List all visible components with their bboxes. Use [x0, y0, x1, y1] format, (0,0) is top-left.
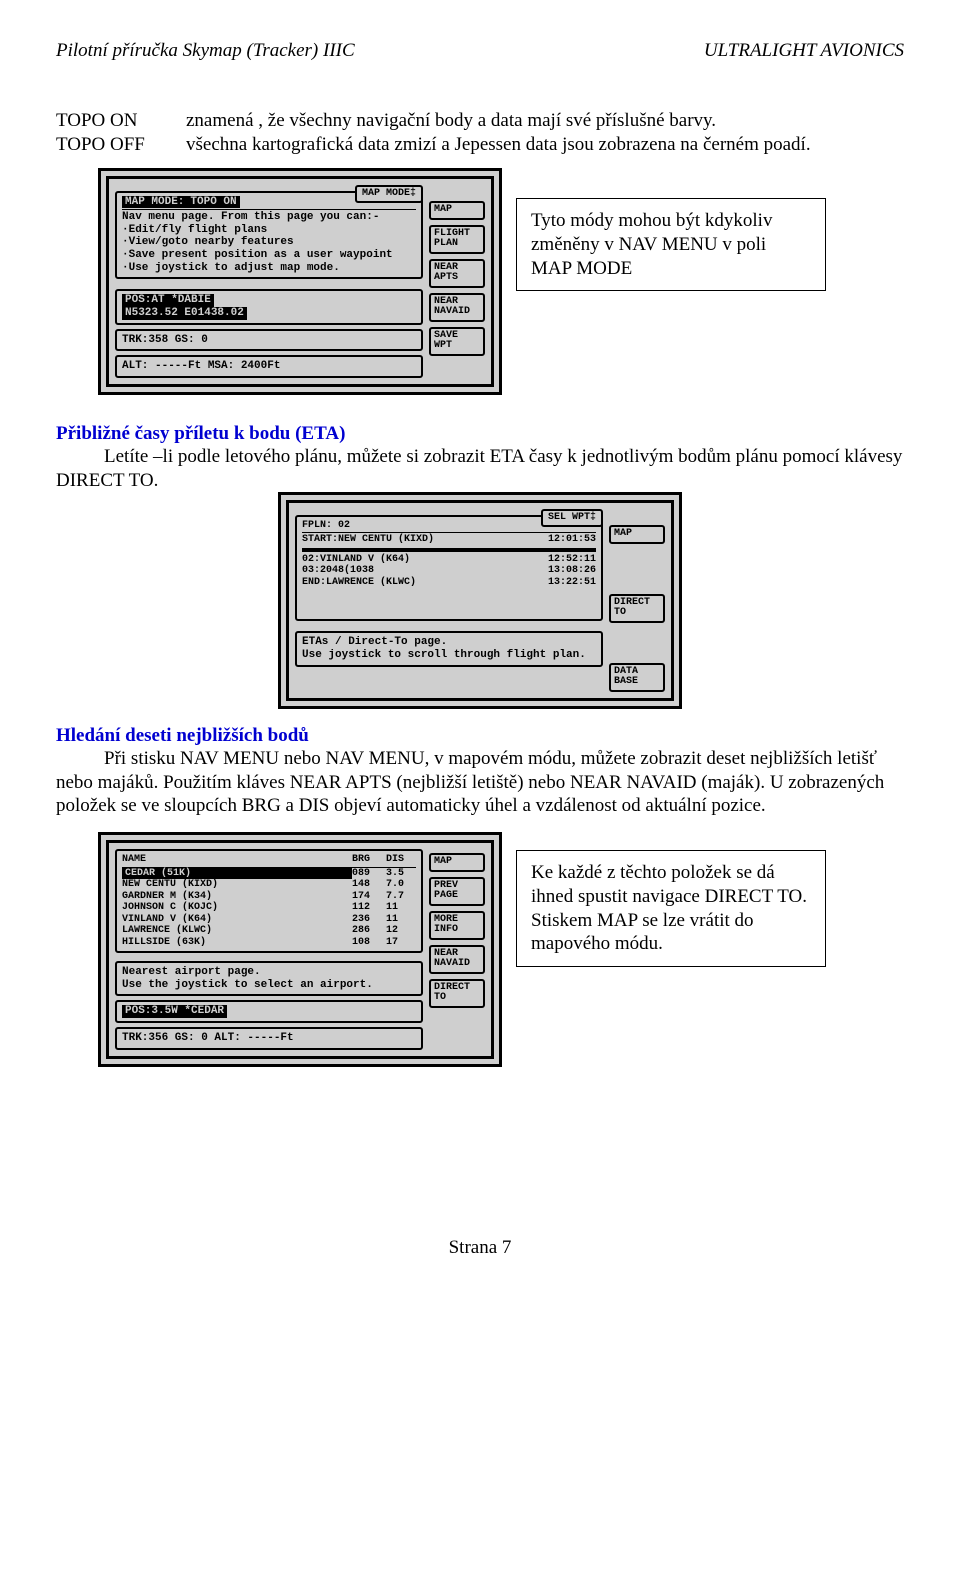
col-name: NAME: [122, 854, 352, 866]
eta-row: 03:2048(1038: [302, 565, 548, 577]
btn-direct-to[interactable]: DIRECT TO: [429, 979, 485, 1008]
header-right: ULTRALIGHT AVIONICS: [704, 40, 904, 62]
nearest-row[interactable]: HILLSIDE (63K)10817: [122, 937, 416, 949]
topo-off-text: všechna kartografická data zmizí a Jepes…: [186, 134, 904, 156]
col-dis: DIS: [386, 854, 416, 866]
nearest-row[interactable]: CEDAR (51K)0893.5: [122, 868, 416, 880]
heading-eta: Přibližné časy příletu k bodu (ETA): [56, 423, 904, 445]
nearest-row[interactable]: NEW CENTU (KIXD)1487.0: [122, 879, 416, 891]
top-chip: MAP MODE‡: [355, 185, 423, 203]
screen-nav-menu: MAP MODE‡ MAP MODE:TOPO ON Nav menu page…: [106, 176, 494, 387]
btn-direct-to[interactable]: DIRECT TO: [609, 594, 665, 623]
eta-row: START:NEW CENTU (KIXD): [302, 534, 548, 546]
nearest-text: Při stisku NAV MENU nebo NAV MENU, v map…: [56, 748, 884, 817]
fpln-label: FPLN: 02: [302, 520, 578, 532]
topo-on-label: TOPO ON: [56, 110, 186, 132]
hint1: ETAs / Direct-To page.: [302, 636, 596, 649]
btn-map[interactable]: MAP: [429, 201, 485, 220]
header-left: Pilotní příručka Skymap (Tracker) IIIC: [56, 40, 355, 62]
nav-b4: ·Use joystick to adjust map mode.: [122, 262, 416, 275]
btn-more-info[interactable]: MORE INFO: [429, 911, 485, 940]
hint2: Use the joystick to select an airport.: [122, 979, 416, 992]
btn-prev-page[interactable]: PREV PAGE: [429, 877, 485, 906]
screen-eta: SEL WPT‡ FPLN: 02ETA START:NEW CENTU (KI…: [286, 500, 674, 701]
nearest-row[interactable]: GARDNER M (K34)1747.7: [122, 891, 416, 903]
hint1: Nearest airport page.: [122, 966, 416, 979]
top-chip: SEL WPT‡: [541, 509, 603, 527]
btn-map[interactable]: MAP: [429, 853, 485, 872]
eta-text: Letíte –li podle letového plánu, můžete …: [56, 446, 902, 491]
btn-near-apts[interactable]: NEAR APTS: [429, 259, 485, 288]
trk: TRK:358 GS: 0: [122, 334, 208, 346]
nav-intro: Nav menu page. From this page you can:-: [122, 211, 416, 224]
nearest-row[interactable]: VINLAND V (K64)23611: [122, 914, 416, 926]
btn-near-navaid[interactable]: NEAR NAVAID: [429, 945, 485, 974]
nearest-row[interactable]: LAWRENCE (KLWC)28612: [122, 925, 416, 937]
topo-off-label: TOPO OFF: [56, 134, 186, 156]
heading-nearest: Hledání deseti nejbližších bodů: [56, 725, 904, 747]
mode-value: TOPO ON: [187, 196, 239, 209]
nav-b1: ·Edit/fly flight plans: [122, 224, 416, 237]
callout-modes: Tyto módy mohou být kdykoliv změněny v N…: [516, 198, 826, 291]
pos-label: POS:AT *DABIE: [122, 294, 416, 307]
eta-row: 02:VINLAND V (K64): [302, 554, 548, 566]
callout-direct-to: Ke každé z těchto položek se dá ihned sp…: [516, 850, 826, 967]
btn-near-navaid[interactable]: NEAR NAVAID: [429, 293, 485, 322]
nav-b2: ·View/goto nearby features: [122, 236, 416, 249]
col-brg: BRG: [352, 854, 386, 866]
trk: TRK:356 GS: 0 ALT: -----Ft: [122, 1032, 294, 1044]
btn-database[interactable]: DATA BASE: [609, 663, 665, 692]
alt: ALT: -----Ft MSA: 2400Ft: [122, 360, 280, 372]
btn-save-wpt[interactable]: SAVE WPT: [429, 327, 485, 356]
mode-label: MAP MODE:: [122, 196, 187, 209]
page-number: Strana 7: [56, 1237, 904, 1259]
topo-on-text: znamená , že všechny navigační body a da…: [186, 110, 904, 132]
screen-nearest: NAME BRG DIS CEDAR (51K)0893.5NEW CENTU …: [106, 840, 494, 1059]
btn-map[interactable]: MAP: [609, 525, 665, 544]
btn-flight-plan[interactable]: FLIGHT PLAN: [429, 225, 485, 254]
hint2: Use joystick to scroll through flight pl…: [302, 649, 596, 662]
pos: POS:3.5W *CEDAR: [122, 1005, 227, 1018]
nearest-row[interactable]: JOHNSON C (KOJC)11211: [122, 902, 416, 914]
eta-row: END:LAWRENCE (KLWC): [302, 577, 548, 589]
nav-b3: ·Save present position as a user waypoin…: [122, 249, 416, 262]
pos-coord: N5323.52 E01438.02: [122, 307, 416, 320]
